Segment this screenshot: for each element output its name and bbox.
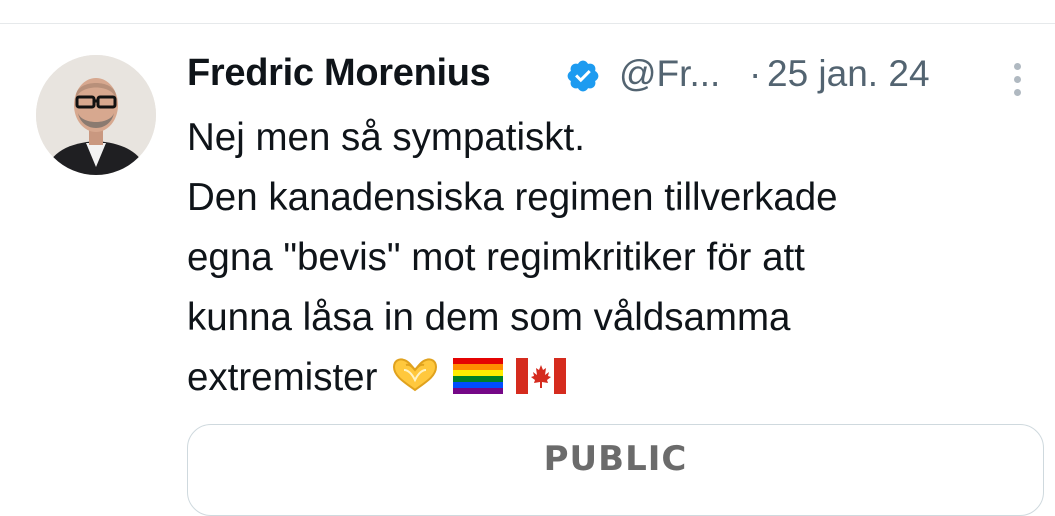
canada-flag-icon <box>515 352 566 412</box>
tweet-text-line: extremister <box>187 356 378 399</box>
tweet-header: Fredric Morenius @Fr... · 25 jan. 24 <box>187 50 1037 100</box>
author-name[interactable]: Fredric Morenius <box>187 52 491 95</box>
tweet-text-line: kunna låsa in dem som våldsamma <box>187 296 791 339</box>
more-options-icon[interactable] <box>1010 60 1024 100</box>
tweet-date[interactable]: 25 jan. 24 <box>767 53 930 95</box>
verified-badge-icon <box>565 58 601 94</box>
link-preview-card[interactable]: PUBLIC <box>187 424 1044 516</box>
tweet-text-line: Den kanadensiska regimen tillverkade <box>187 176 838 219</box>
author-handle[interactable]: @Fr... <box>619 53 720 95</box>
rainbow-flag-icon <box>452 352 503 412</box>
card-title: PUBLIC <box>543 439 688 479</box>
heart-hands-icon <box>390 352 440 412</box>
separator-dot: · <box>749 53 762 94</box>
tweet-text-line-last: extremister <box>187 348 1017 412</box>
avatar[interactable] <box>36 55 156 175</box>
tweet-text: Nej men så sympatiskt. Den kanadensiska … <box>187 108 1017 412</box>
top-divider <box>0 23 1055 24</box>
tweet-text-line: egna "bevis" mot regimkritiker för att <box>187 236 805 279</box>
tweet-text-line: Nej men så sympatiskt. <box>187 116 585 159</box>
